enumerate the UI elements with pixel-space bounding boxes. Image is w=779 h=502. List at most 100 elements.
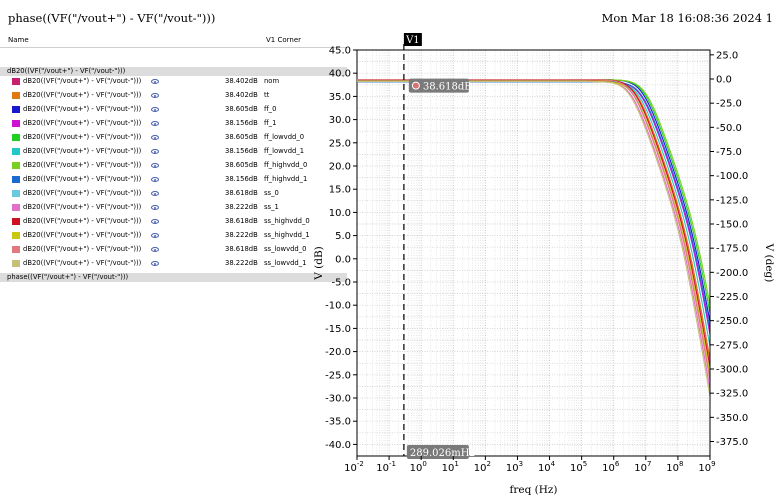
signal-value: 38.222dB [225, 203, 258, 211]
title-bar: phase((VF("/vout+") - VF("/vout-"))) Mon… [0, 0, 779, 34]
signal-value: 38.605dB [225, 105, 258, 113]
x-tick-label: 109 [698, 460, 715, 474]
legend-group-db20-label: dB20((VF("/vout+") - VF("/vout-"))) [7, 67, 126, 75]
y-axis-right-title: V (deg) [763, 243, 775, 283]
y-tick-label-right: -25.0 [716, 99, 742, 110]
legend-group-phase-label: phase((VF("/vout+") - VF("/vout-"))) [7, 273, 129, 281]
legend-row[interactable]: dB20((VF("/vout+") - VF("/vout-"))) 38.22… [0, 230, 347, 244]
eye-icon[interactable] [151, 205, 159, 210]
color-swatch [12, 218, 20, 225]
signal-name: dB20((VF("/vout+") - VF("/vout-"))) [23, 133, 142, 141]
legend-row[interactable]: dB20((VF("/vout+") - VF("/vout-"))) 38.22… [0, 202, 347, 216]
color-swatch [12, 246, 20, 253]
legend-row[interactable]: dB20((VF("/vout+") - VF("/vout-"))) 38.61… [0, 216, 347, 230]
eye-icon[interactable] [151, 93, 159, 98]
eye-icon[interactable] [151, 177, 159, 182]
cursor-layer[interactable]: V1 38.618dB 289.026mHz [403, 33, 475, 459]
color-swatch [12, 148, 20, 155]
y-tick-label-right: -275.0 [716, 340, 748, 351]
legend-row[interactable]: dB20((VF("/vout+") - VF("/vout-"))) 38.61… [0, 188, 347, 202]
signal-value: 38.618dB [225, 189, 258, 197]
y-axis-left-title: V (dB) [313, 246, 325, 281]
timestamp: Mon Mar 18 16:08:36 2024 1 [601, 11, 773, 25]
column-header-name[interactable]: Name [8, 36, 29, 44]
y-tick-label-right: -150.0 [716, 220, 748, 231]
signal-name: dB20((VF("/vout+") - VF("/vout-"))) [23, 245, 142, 253]
legend-row[interactable]: dB20((VF("/vout+") - VF("/vout-"))) 38.40… [0, 76, 347, 90]
legend-row[interactable]: dB20((VF("/vout+") - VF("/vout-"))) 38.60… [0, 160, 347, 174]
eye-icon[interactable] [151, 233, 159, 238]
eye-icon[interactable] [151, 79, 159, 84]
legend-row[interactable]: dB20((VF("/vout+") - VF("/vout-"))) 38.40… [0, 90, 347, 104]
eye-icon[interactable] [151, 191, 159, 196]
legend-row[interactable]: dB20((VF("/vout+") - VF("/vout-"))) 38.60… [0, 132, 347, 146]
x-tick-label: 106 [602, 460, 620, 474]
legend-group-db20[interactable]: dB20((VF("/vout+") - VF("/vout-"))) [0, 67, 347, 76]
column-header-corner[interactable]: V1 Corner [266, 36, 301, 44]
cursor-y-readout: 38.618dB [423, 82, 472, 93]
y-tick-label-left: -25.0 [325, 370, 351, 381]
x-tick-label: 105 [570, 460, 587, 474]
y-tick-label-right: -125.0 [716, 195, 748, 206]
eye-icon[interactable] [151, 107, 159, 112]
signal-name: dB20((VF("/vout+") - VF("/vout-"))) [23, 105, 142, 113]
eye-icon[interactable] [151, 261, 159, 266]
eye-icon[interactable] [151, 163, 159, 168]
x-tick-label: 100 [410, 460, 427, 474]
x-tick-label: 10-1 [376, 460, 396, 474]
legend-panel: Name V1 Corner dB20((VF("/vout+") - VF("… [0, 34, 347, 284]
signal-name: dB20((VF("/vout+") - VF("/vout-"))) [23, 119, 142, 127]
signal-name: dB20((VF("/vout+") - VF("/vout-"))) [23, 231, 142, 239]
corner-name: tt [264, 91, 270, 99]
corner-name: ss_0 [264, 189, 279, 197]
eye-icon[interactable] [151, 135, 159, 140]
legend-group-phase[interactable]: phase((VF("/vout+") - VF("/vout-"))) [0, 273, 347, 282]
color-swatch [12, 176, 20, 183]
signal-value: 38.222dB [225, 231, 258, 239]
y-tick-label-right: -200.0 [716, 268, 748, 279]
y-tick-label-right: -175.0 [716, 244, 748, 255]
signal-value: 38.402dB [225, 77, 258, 85]
bode-plot[interactable]: V1 38.618dB 289.026mHz 45.0 40.0 35.0 30.0 2… [300, 30, 779, 502]
legend-row[interactable]: dB20((VF("/vout+") - VF("/vout-"))) 38.60… [0, 104, 347, 118]
legend-row[interactable]: dB20((VF("/vout+") - VF("/vout-"))) 38.15… [0, 118, 347, 132]
corner-name: ss_1 [264, 203, 279, 211]
signal-name: dB20((VF("/vout+") - VF("/vout-"))) [23, 259, 142, 267]
y-tick-label-right: -375.0 [716, 437, 748, 448]
corner-name: ff_lowvdd_0 [264, 133, 305, 141]
signal-value: 38.222dB [225, 259, 258, 267]
y-tick-label-left: -5.0 [331, 278, 351, 289]
y-tick-label-right: -225.0 [716, 292, 748, 303]
color-swatch [12, 260, 20, 267]
signal-value: 38.618dB [225, 245, 258, 253]
legend-row[interactable]: dB20((VF("/vout+") - VF("/vout-"))) 38.61… [0, 244, 347, 258]
legend-row[interactable]: dB20((VF("/vout+") - VF("/vout-"))) 38.15… [0, 174, 347, 188]
signal-name: dB20((VF("/vout+") - VF("/vout-"))) [23, 161, 142, 169]
legend-row[interactable]: dB20((VF("/vout+") - VF("/vout-"))) 38.15… [0, 146, 347, 160]
eye-icon[interactable] [151, 219, 159, 224]
series-layer [357, 79, 711, 397]
y-axis-left-ticks: 45.0 40.0 35.0 30.0 25.0 20.0 15.0 10.0 5.0 0.0 -5… [325, 46, 357, 451]
y-tick-label-left: 40.0 [329, 69, 351, 80]
signal-name: dB20((VF("/vout+") - VF("/vout-"))) [23, 175, 142, 183]
y-tick-label-right: -75.0 [716, 147, 742, 158]
y-tick-label-left: 20.0 [329, 162, 351, 173]
y-tick-label-right: -325.0 [716, 389, 748, 400]
y-tick-label-left: -15.0 [325, 324, 351, 335]
y-tick-label-left: 25.0 [329, 138, 351, 149]
signal-name: dB20((VF("/vout+") - VF("/vout-"))) [23, 91, 142, 99]
eye-icon[interactable] [151, 121, 159, 126]
series-line [357, 81, 711, 347]
eye-icon[interactable] [151, 149, 159, 154]
cursor-marker[interactable] [411, 81, 420, 90]
eye-icon[interactable] [151, 247, 159, 252]
legend-row[interactable]: dB20((VF("/vout+") - VF("/vout-"))) 38.22… [0, 258, 347, 272]
signal-value: 38.156dB [225, 119, 258, 127]
y-tick-label-right: -100.0 [716, 171, 748, 182]
color-swatch [12, 120, 20, 127]
corner-name: ff_lowvdd_1 [264, 147, 305, 155]
y-tick-label-left: 10.0 [329, 208, 351, 219]
x-tick-label: 107 [634, 460, 651, 474]
y-tick-label-left: 5.0 [335, 231, 351, 242]
corner-name: ff_1 [264, 119, 277, 127]
